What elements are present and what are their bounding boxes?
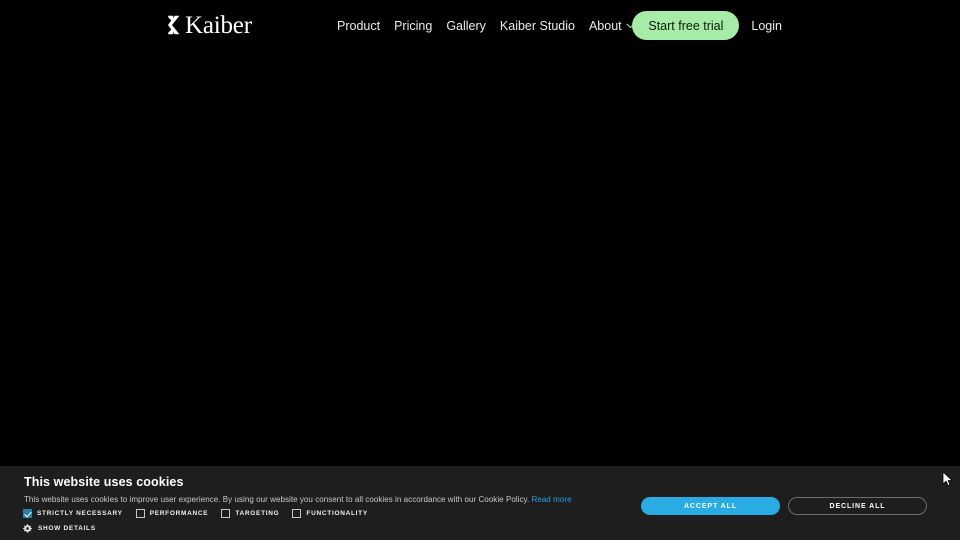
show-details-toggle[interactable]: SHOW DETAILS	[23, 524, 96, 533]
site-header: Kaiber Product Pricing Gallery Kaiber St…	[0, 0, 960, 52]
page-content-area	[0, 52, 960, 466]
kaiber-k-mark-icon	[168, 15, 180, 35]
main-nav: Product Pricing Gallery Kaiber Studio Ab…	[337, 18, 635, 34]
gear-icon	[23, 524, 32, 533]
consent-label-performance: PERFORMANCE	[149, 510, 209, 517]
cookie-banner-title: This website uses cookies	[24, 475, 184, 489]
nav-item-kaiber-studio[interactable]: Kaiber Studio	[500, 18, 575, 34]
consent-option-performance[interactable]: PERFORMANCE	[135, 509, 209, 518]
start-free-trial-button[interactable]: Start free trial	[632, 11, 740, 40]
consent-option-strictly-necessary[interactable]: STRICTLY NECESSARY	[23, 509, 123, 518]
nav-item-about[interactable]: About	[589, 18, 635, 34]
checkbox-strictly-necessary[interactable]	[23, 509, 32, 518]
nav-item-gallery[interactable]: Gallery	[446, 18, 486, 34]
consent-option-targeting[interactable]: TARGETING	[221, 509, 279, 518]
nav-item-about-label: About	[588, 19, 622, 33]
cookie-consent-options: STRICTLY NECESSARY PERFORMANCE TARGETING…	[23, 509, 381, 518]
checkbox-functionality[interactable]	[292, 509, 302, 518]
consent-label-strictly-necessary: STRICTLY NECESSARY	[37, 510, 123, 517]
checkbox-targeting[interactable]	[221, 509, 231, 518]
decline-all-button[interactable]: DECLINE ALL	[788, 497, 927, 515]
header-actions: Start free trial Login	[632, 11, 782, 40]
logo-wordmark: Kaiber	[185, 11, 252, 39]
cookie-banner-actions: ACCEPT ALL DECLINE ALL	[641, 497, 927, 515]
cookie-banner-description: This website uses cookies to improve use…	[24, 494, 572, 505]
consent-label-functionality: FUNCTIONALITY	[306, 510, 368, 517]
accept-all-button[interactable]: ACCEPT ALL	[641, 497, 780, 515]
login-link[interactable]: Login	[751, 19, 782, 33]
checkbox-performance[interactable]	[135, 509, 145, 518]
kaiber-logo[interactable]: Kaiber	[167, 12, 252, 38]
cookie-consent-banner: This website uses cookies This website u…	[0, 466, 960, 540]
show-details-label: SHOW DETAILS	[38, 525, 96, 532]
consent-label-targeting: TARGETING	[235, 510, 280, 517]
nav-item-pricing[interactable]: Pricing	[394, 18, 432, 34]
cookie-policy-read-more-link[interactable]: Read more	[532, 495, 572, 504]
cookie-banner-description-text: This website uses cookies to improve use…	[24, 495, 530, 504]
consent-option-functionality[interactable]: FUNCTIONALITY	[292, 509, 367, 518]
nav-item-product[interactable]: Product	[337, 18, 380, 34]
